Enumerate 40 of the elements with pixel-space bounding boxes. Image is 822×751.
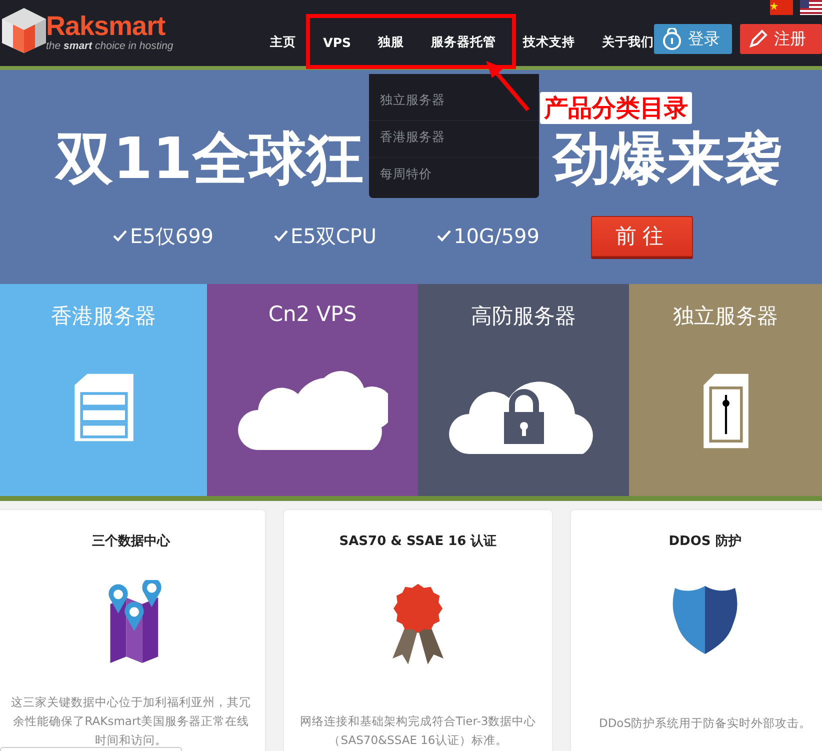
annotation-arrow	[486, 60, 530, 112]
annotation-label: 产品分类目录	[540, 92, 692, 124]
feature-description: 网络连接和基础架构完成符合Tier-3数据中心（SAS70&SSAE 16认证）标准。	[298, 712, 538, 748]
tile-title: Cn2 VPS	[268, 302, 357, 326]
logo-tagline: the smart choice in hosting	[46, 40, 174, 52]
nav-link[interactable]: 独服	[378, 34, 404, 48]
check-icon	[274, 229, 288, 243]
padlock-icon	[662, 28, 682, 50]
check-icon	[436, 229, 451, 243]
cube-logo-icon	[0, 6, 48, 54]
tile-title: 高防服务器	[471, 303, 576, 330]
feature-title: SAS70 & SSAE 16 认证	[339, 533, 497, 550]
check-icon	[113, 229, 127, 243]
nav-link[interactable]: 关于我们	[602, 34, 654, 48]
hero-feature: E5双CPU	[290, 222, 377, 250]
hero-headline: 劲爆来袭	[553, 125, 782, 194]
tile-title: 香港服务器	[51, 303, 156, 330]
hero-headline: 双11全球狂	[56, 125, 364, 194]
nav-link[interactable]: 技术支持	[523, 34, 575, 48]
nav-link[interactable]: VPS	[323, 34, 351, 50]
login-button[interactable]: 登录	[654, 24, 732, 54]
hero-feature: 10G/599	[454, 224, 540, 248]
product-tile[interactable]: Cn2 VPS	[207, 284, 418, 496]
go-button[interactable]: 前往	[591, 216, 694, 256]
tile-title: 独立服务器	[673, 303, 778, 330]
pencil-icon	[748, 29, 768, 49]
feature-title: 三个数据中心	[92, 532, 170, 550]
feature-description: DDoS防护系统用于防备实时外部攻击。	[598, 714, 812, 732]
nav-link[interactable]: 主页	[270, 34, 296, 48]
register-button[interactable]: 注册	[740, 24, 822, 54]
dropdown-item[interactable]: 每周特价	[369, 158, 539, 194]
feature-title: DDOS 防护	[668, 532, 742, 550]
product-tile[interactable]: 独立服务器	[629, 284, 822, 496]
logo-wordmark: Raksmart	[46, 12, 166, 40]
product-tile[interactable]: 高防服务器	[418, 284, 629, 496]
china-flag-icon	[770, 0, 793, 15]
us-flag-icon	[800, 0, 822, 15]
nav-link[interactable]: 服务器托管	[431, 34, 496, 48]
feature-description: 这三家关键数据中心位于加利福利亚州，其冗余性能确保了RAKsmart美国服务器正常在线时间和访问。	[10, 694, 252, 748]
hero-feature: E5仅699	[130, 222, 214, 250]
